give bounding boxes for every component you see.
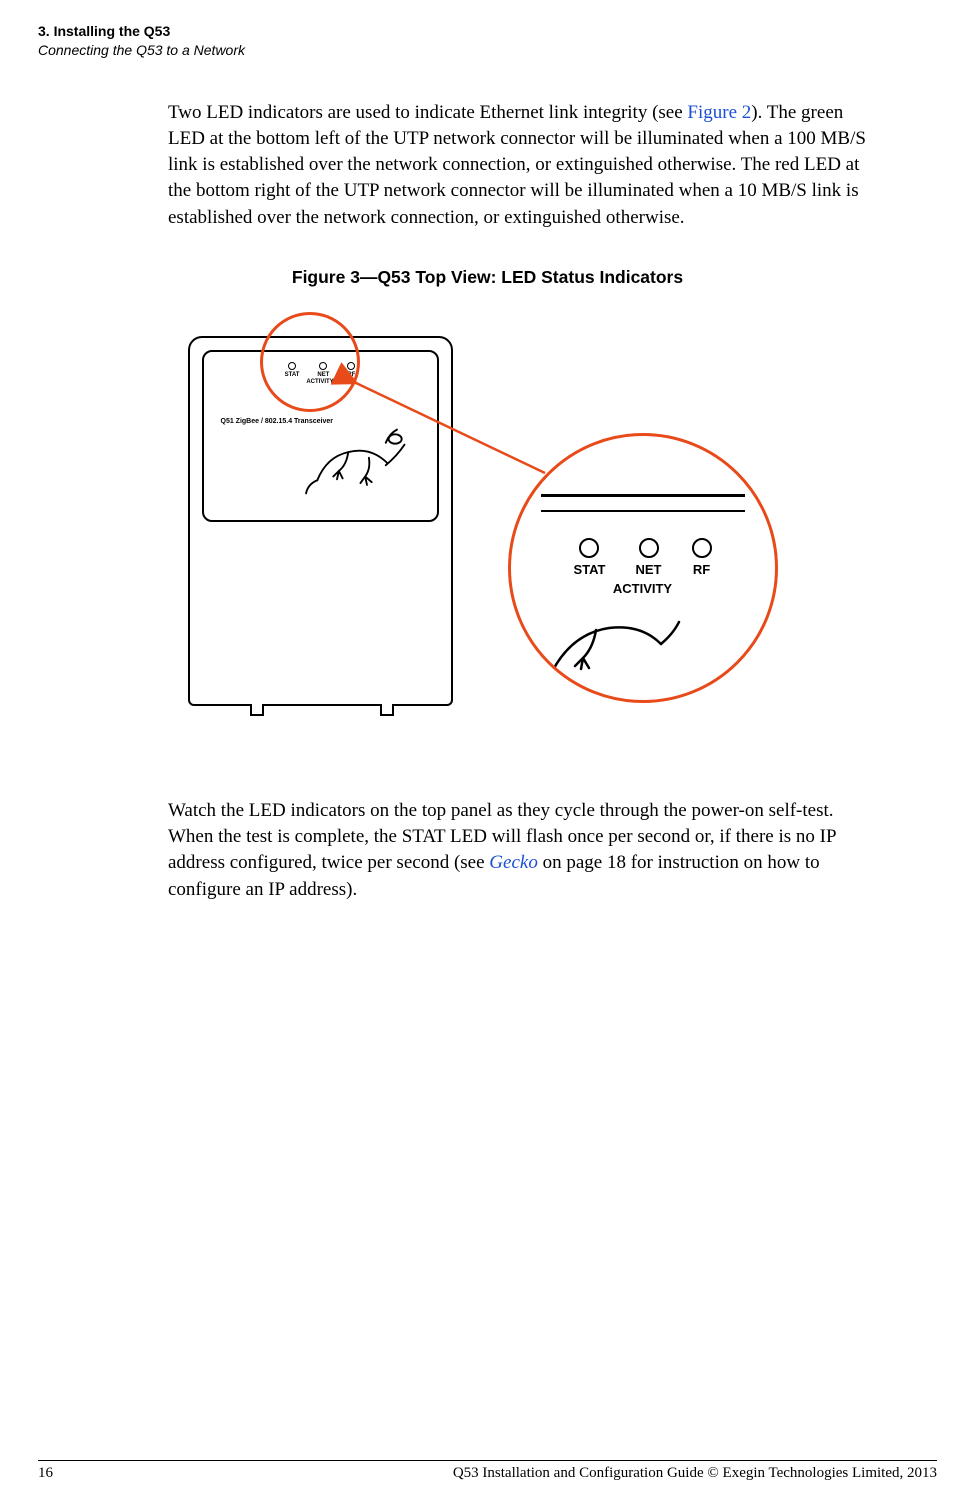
zoom-led-row: STAT NET RF [511,538,775,577]
zoom-gecko-icon [541,606,681,691]
page-header: 3. Installing the Q53 Connecting the Q53… [0,0,975,60]
page-footer: 16 Q53 Installation and Configuration Gu… [0,1460,975,1482]
zoom-led-stat: STAT [573,538,605,577]
led-circle-icon [288,362,296,370]
led-stat: STAT [285,362,300,378]
device-outline: STAT NET RF ACTIVITY Q51 ZigBee / 802.15… [188,336,453,706]
body-paragraph-1: Two LED indicators are used to indicate … [168,100,883,231]
device-foot-icon [380,704,394,716]
led-net: NET [317,362,329,378]
led-rf: RF [347,362,355,378]
activity-label: ACTIVITY [204,379,437,385]
page-number: 16 [38,1465,53,1482]
led-circle-icon [347,362,355,370]
device-foot-icon [250,704,264,716]
body-paragraph-2: Watch the LED indicators on the top pane… [168,798,883,903]
led-circle-icon [639,538,659,558]
figure-2-link[interactable]: Figure 2 [687,102,751,123]
header-section-title: Connecting the Q53 to a Network [38,41,975,60]
led-circle-icon [319,362,327,370]
gecko-logo-icon [302,424,417,499]
footer-text: Q53 Installation and Configuration Guide… [453,1465,937,1482]
para1-prefix: Two LED indicators are used to indicate … [168,102,687,123]
zoom-led-rf: RF [692,538,712,577]
header-chapter: 3. Installing the Q53 [38,22,975,41]
led-row: STAT NET RF [204,362,437,378]
figure-caption: Figure 3—Q53 Top View: LED Status Indica… [0,267,975,288]
zoom-activity-label: ACTIVITY [511,581,775,596]
led-circle-icon [579,538,599,558]
figure-3: STAT NET RF ACTIVITY Q51 ZigBee / 802.15… [138,298,838,738]
device-top-panel: STAT NET RF ACTIVITY Q51 ZigBee / 802.15… [202,350,439,522]
zoom-led-net: NET [636,538,662,577]
footer-rule [38,1460,937,1461]
led-circle-icon [692,538,712,558]
vent-line-icon [541,494,745,497]
zoom-callout: STAT NET RF ACTIVITY [508,433,778,703]
gecko-link[interactable]: Gecko [489,852,538,873]
vent-line-icon [541,510,745,512]
